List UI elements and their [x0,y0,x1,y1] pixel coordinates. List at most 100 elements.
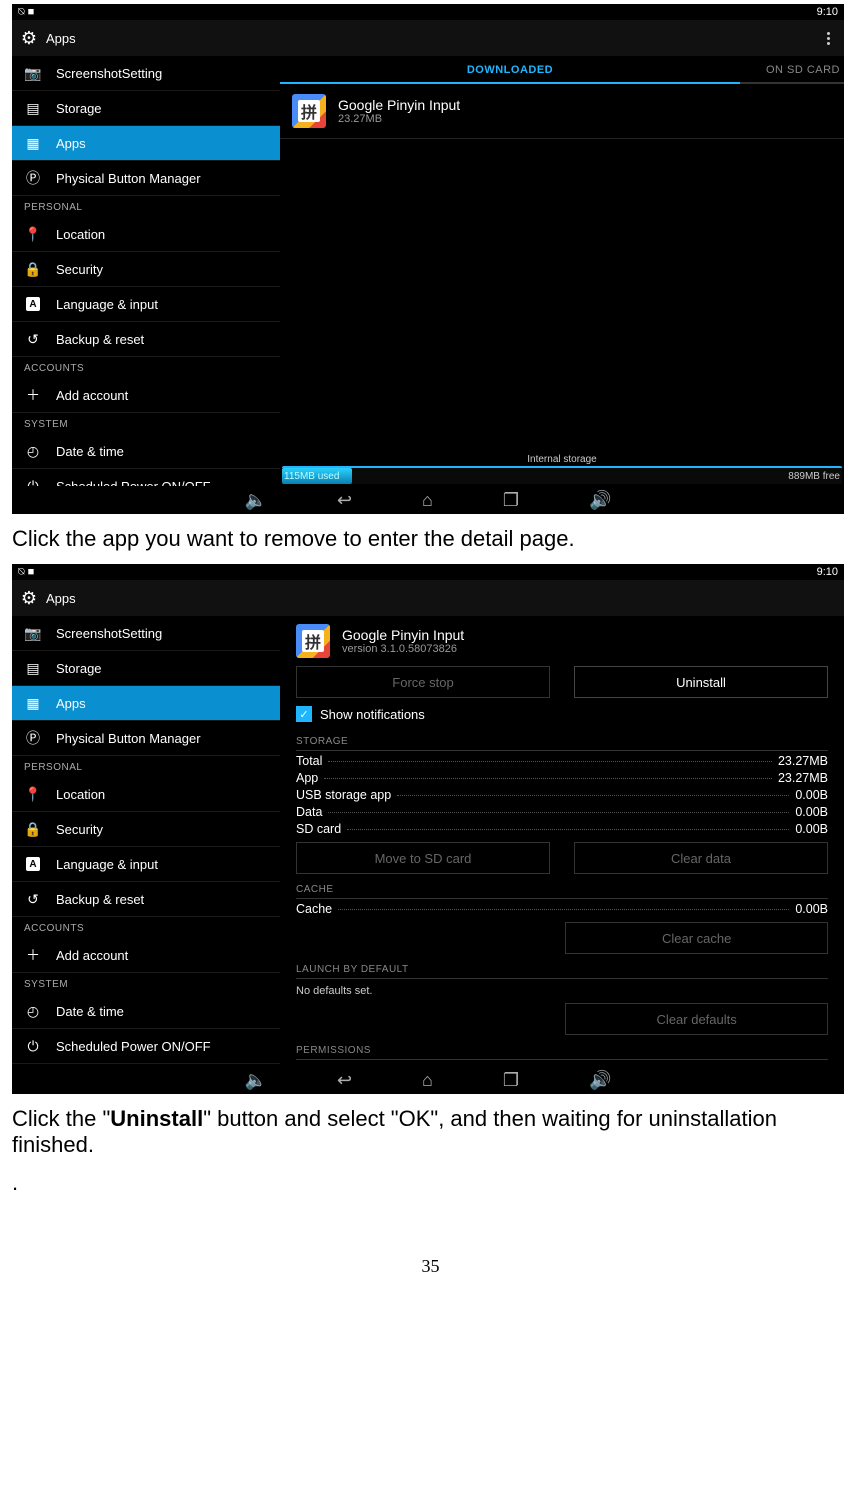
sidebar-heading-system: SYSTEM [12,413,280,434]
sidebar-item-location[interactable]: 📍Location [12,217,280,252]
sidebar-item-backup-reset[interactable]: ↺Backup & reset [12,882,280,917]
move-sd-button[interactable]: Move to SD card [296,842,550,874]
sidebar-item-scheduled-power[interactable]: ⏻Scheduled Power ON/OFF [12,1029,280,1064]
volume-down-icon[interactable]: 🔈 [245,1070,267,1091]
volume-up-icon[interactable]: 🔊 [589,490,611,511]
sidebar-item-security[interactable]: 🔒Security [12,812,280,847]
overflow-menu-icon[interactable] [818,30,838,47]
sidebar-item-apps[interactable]: ▦Apps [12,126,280,161]
sidebar-item-storage[interactable]: ▤Storage [12,91,280,126]
title-text: Apps [46,31,76,46]
tab-downloaded[interactable]: DOWNLOADED [280,64,740,84]
storage-free: 889MB free [788,471,840,482]
camera-icon: 📷 [24,64,42,82]
clear-data-button[interactable]: Clear data [574,842,828,874]
plus-icon: ＋ [24,386,42,404]
settings-gear-icon: ⚙ [18,27,40,49]
sidebar-item-screenshotsetting[interactable]: 📷ScreenshotSetting [12,616,280,651]
main-panel: DOWNLOADED ON SD CARD 拼 Google Pinyin In… [280,56,844,486]
uninstall-button[interactable]: Uninstall [574,666,828,698]
recent-icon[interactable]: ❐ [503,1070,519,1091]
volume-up-icon[interactable]: 🔊 [589,1070,611,1091]
sidebar-item-scheduled-power[interactable]: ⏻Scheduled Power ON/OFF [12,469,280,486]
status-time: 9:10 [817,566,838,578]
sidebar-item-backup-reset[interactable]: ↺Backup & reset [12,322,280,357]
sidebar-item-physical-button[interactable]: ⓅPhysical Button Manager [12,161,280,196]
back-icon[interactable]: ↩ [337,1070,352,1091]
language-icon: A [24,855,42,873]
home-icon[interactable]: ⌂ [422,1070,433,1091]
sidebar-item-apps[interactable]: ▦Apps [12,686,280,721]
storage-row-usb: USB storage app0.00B [296,788,828,802]
sidebar-item-screenshotsetting[interactable]: 📷ScreenshotSetting [12,56,280,91]
sidebar-heading-personal: PERSONAL [12,756,280,777]
storage-used: 115MB used [284,471,339,482]
storage-bar: Internal storage 115MB used 889MB free [280,458,844,486]
clear-defaults-button[interactable]: Clear defaults [565,1003,828,1035]
lock-icon: 🔒 [24,260,42,278]
sidebar-item-accessibility[interactable]: ✋Accessibility [12,1064,280,1066]
show-notifications-row[interactable]: ✓ Show notifications [296,706,828,722]
sidebar-heading-accounts: ACCOUNTS [12,357,280,378]
storage-label: Internal storage [280,454,844,465]
sidebar-item-physical-button[interactable]: ⓅPhysical Button Manager [12,721,280,756]
app-version: version 3.1.0.58073826 [342,643,464,655]
p-icon: Ⓟ [24,729,42,747]
back-icon[interactable]: ↩ [337,490,352,511]
sidebar-item-date-time[interactable]: ◴Date & time [12,994,280,1029]
checkbox-checked-icon: ✓ [296,706,312,722]
main-panel: 拼 Google Pinyin Input version 3.1.0.5807… [280,616,844,1066]
clock-icon: ◴ [24,1002,42,1020]
lock-icon: 🔒 [24,820,42,838]
sidebar-item-storage[interactable]: ▤Storage [12,651,280,686]
location-icon: 📍 [24,785,42,803]
app-list-item[interactable]: 拼 Google Pinyin Input 23.27MB [280,84,844,139]
section-storage: STORAGE [296,732,828,751]
sidebar-item-language-input[interactable]: ALanguage & input [12,287,280,322]
status-bar: ⍉ ■ 9:10 [12,4,844,20]
section-permissions: PERMISSIONS [296,1041,828,1060]
app-name: Google Pinyin Input [342,627,464,643]
app-name: Google Pinyin Input [338,97,460,113]
sidebar-item-add-account[interactable]: ＋Add account [12,938,280,973]
section-cache: CACHE [296,880,828,899]
app-detail-header: 拼 Google Pinyin Input version 3.1.0.5807… [296,624,828,658]
storage-row-sdcard: SD card0.00B [296,822,828,836]
app-size: 23.27MB [338,113,460,125]
sidebar-item-add-account[interactable]: ＋Add account [12,378,280,413]
no-defaults-text: No defaults set. [296,985,828,997]
settings-gear-icon: ⚙ [18,587,40,609]
camera-icon: 📷 [24,624,42,642]
backup-icon: ↺ [24,330,42,348]
status-left-icons: ⍉ ■ [18,566,34,579]
status-time: 9:10 [817,6,838,18]
title-text: Apps [46,591,76,606]
clear-cache-button[interactable]: Clear cache [565,922,828,954]
status-bar: ⍉ ■ 9:10 [12,564,844,580]
volume-down-icon[interactable]: 🔈 [245,490,267,511]
plus-icon: ＋ [24,946,42,964]
home-icon[interactable]: ⌂ [422,490,433,511]
p-icon: Ⓟ [24,169,42,187]
screenshot-app-detail: ⍉ ■ 9:10 ⚙ Apps 📷ScreenshotSetting ▤Stor… [12,564,844,1094]
force-stop-button[interactable]: Force stop [296,666,550,698]
app-icon: 拼 [296,624,330,658]
app-icon: 拼 [292,94,326,128]
cache-row: Cache0.00B [296,902,828,916]
instruction-1: Click the app you want to remove to ente… [12,526,849,552]
sidebar-heading-system: SYSTEM [12,973,280,994]
apps-icon: ▦ [24,694,42,712]
sidebar-item-date-time[interactable]: ◴Date & time [12,434,280,469]
sidebar-item-location[interactable]: 📍Location [12,777,280,812]
sidebar-item-language-input[interactable]: ALanguage & input [12,847,280,882]
tab-on-sd-card[interactable]: ON SD CARD [740,64,844,84]
sidebar-item-security[interactable]: 🔒Security [12,252,280,287]
storage-row-total: Total23.27MB [296,754,828,768]
recent-icon[interactable]: ❐ [503,490,519,511]
storage-icon: ▤ [24,659,42,677]
language-icon: A [24,295,42,313]
storage-row-data: Data0.00B [296,805,828,819]
section-launch: LAUNCH BY DEFAULT [296,960,828,979]
sidebar-heading-personal: PERSONAL [12,196,280,217]
status-left-icons: ⍉ ■ [18,6,34,19]
